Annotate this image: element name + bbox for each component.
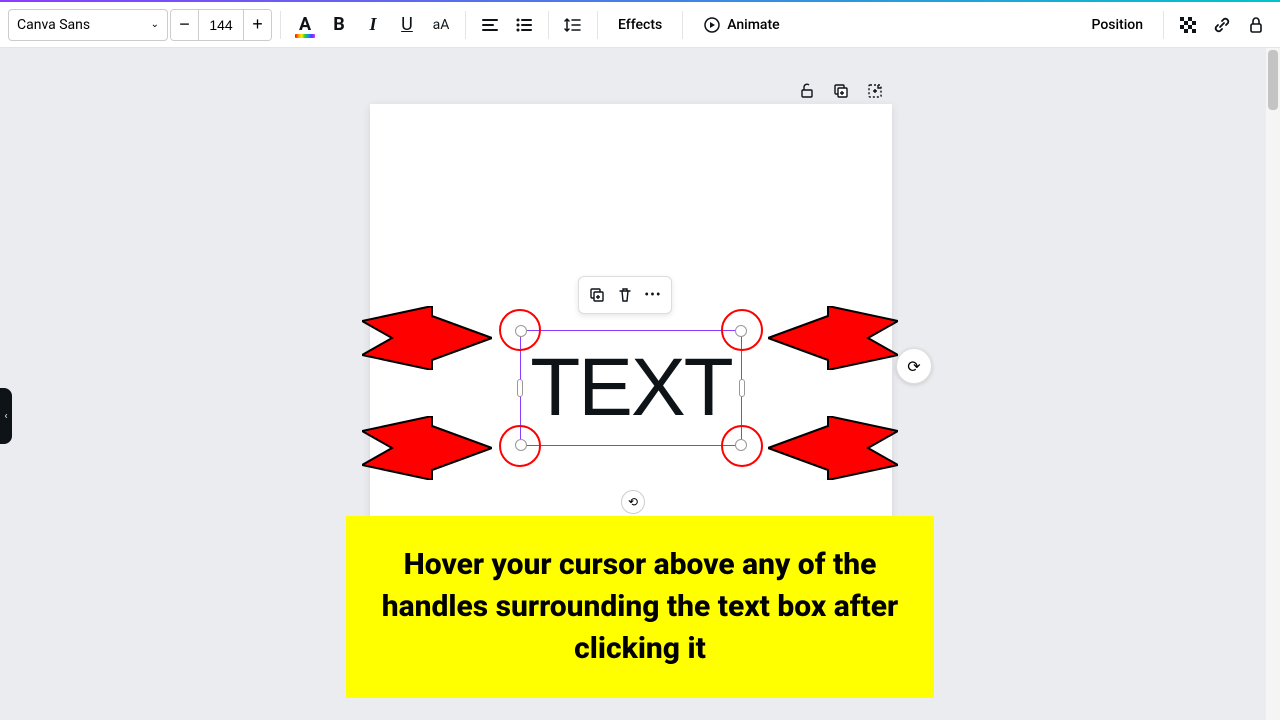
resize-handle-bottom-right[interactable] — [735, 439, 747, 451]
divider — [465, 11, 466, 39]
effects-button[interactable]: Effects — [606, 9, 674, 41]
divider — [1163, 11, 1164, 39]
animate-button[interactable]: Animate — [691, 9, 791, 41]
font-family-select[interactable]: Canva Sans ⌄ — [8, 9, 168, 41]
font-size-increase-button[interactable]: + — [243, 10, 271, 40]
font-size-decrease-button[interactable]: − — [171, 10, 199, 40]
scrollbar-thumb[interactable] — [1268, 50, 1278, 110]
bold-button[interactable]: B — [323, 9, 355, 41]
transparency-button[interactable] — [1172, 9, 1204, 41]
lock-icon — [1246, 15, 1266, 35]
resize-handle-bottom-left[interactable] — [515, 439, 527, 451]
position-label: Position — [1091, 17, 1143, 33]
selected-text-box[interactable]: TEXT — [520, 330, 742, 446]
text-toolbar: Canva Sans ⌄ − + A B I U aA Effects Anim… — [0, 2, 1280, 48]
transparency-icon — [1178, 15, 1198, 35]
effects-label: Effects — [618, 17, 662, 33]
font-size-control: − + — [170, 9, 272, 41]
resize-handle-right[interactable] — [739, 379, 745, 397]
align-icon — [481, 16, 499, 34]
alignment-button[interactable] — [474, 9, 506, 41]
lock-button[interactable] — [1240, 9, 1272, 41]
element-context-toolbar: ••• — [578, 276, 672, 314]
sidebar-expand-tab[interactable]: ‹ — [0, 388, 12, 444]
link-icon — [1212, 15, 1232, 35]
rotate-handle[interactable]: ⟲ — [621, 490, 645, 514]
canvas-area: ‹ ••• TEXT ⟲ ⟳ — [0, 48, 1280, 720]
font-size-input[interactable] — [199, 17, 243, 33]
divider — [280, 11, 281, 39]
vertical-scrollbar[interactable] — [1266, 48, 1280, 720]
resize-handle-top-right[interactable] — [735, 325, 747, 337]
page-unlock-button[interactable] — [798, 82, 818, 102]
resize-handle-left[interactable] — [517, 379, 523, 397]
divider — [682, 11, 683, 39]
list-icon — [515, 16, 533, 34]
page-duplicate-button[interactable] — [832, 82, 852, 102]
sync-button[interactable]: ⟳ — [896, 348, 932, 384]
underline-button[interactable]: U — [391, 9, 423, 41]
position-button[interactable]: Position — [1079, 9, 1155, 41]
duplicate-button[interactable] — [585, 283, 609, 307]
spacing-icon — [564, 16, 582, 34]
resize-handle-top-left[interactable] — [515, 325, 527, 337]
page-add-button[interactable] — [866, 82, 886, 102]
text-box-content: TEXT — [530, 341, 732, 435]
text-color-a-icon: A — [299, 14, 311, 35]
font-name-label: Canva Sans — [17, 17, 90, 33]
italic-button[interactable]: I — [357, 9, 389, 41]
page-tools — [798, 82, 886, 102]
letter-case-button[interactable]: aA — [425, 9, 457, 41]
chevron-down-icon: ⌄ — [151, 19, 159, 30]
animate-icon — [703, 16, 721, 34]
text-color-button[interactable]: A — [289, 9, 321, 41]
spacing-button[interactable] — [557, 9, 589, 41]
delete-button[interactable] — [613, 283, 637, 307]
toolbar-right: Position — [1079, 9, 1272, 41]
link-button[interactable] — [1206, 9, 1238, 41]
rainbow-underline-icon — [295, 34, 315, 38]
more-options-button[interactable]: ••• — [641, 283, 665, 307]
list-button[interactable] — [508, 9, 540, 41]
divider — [548, 11, 549, 39]
animate-label: Animate — [727, 17, 779, 33]
divider — [597, 11, 598, 39]
instruction-callout: Hover your cursor above any of the handl… — [346, 516, 934, 698]
